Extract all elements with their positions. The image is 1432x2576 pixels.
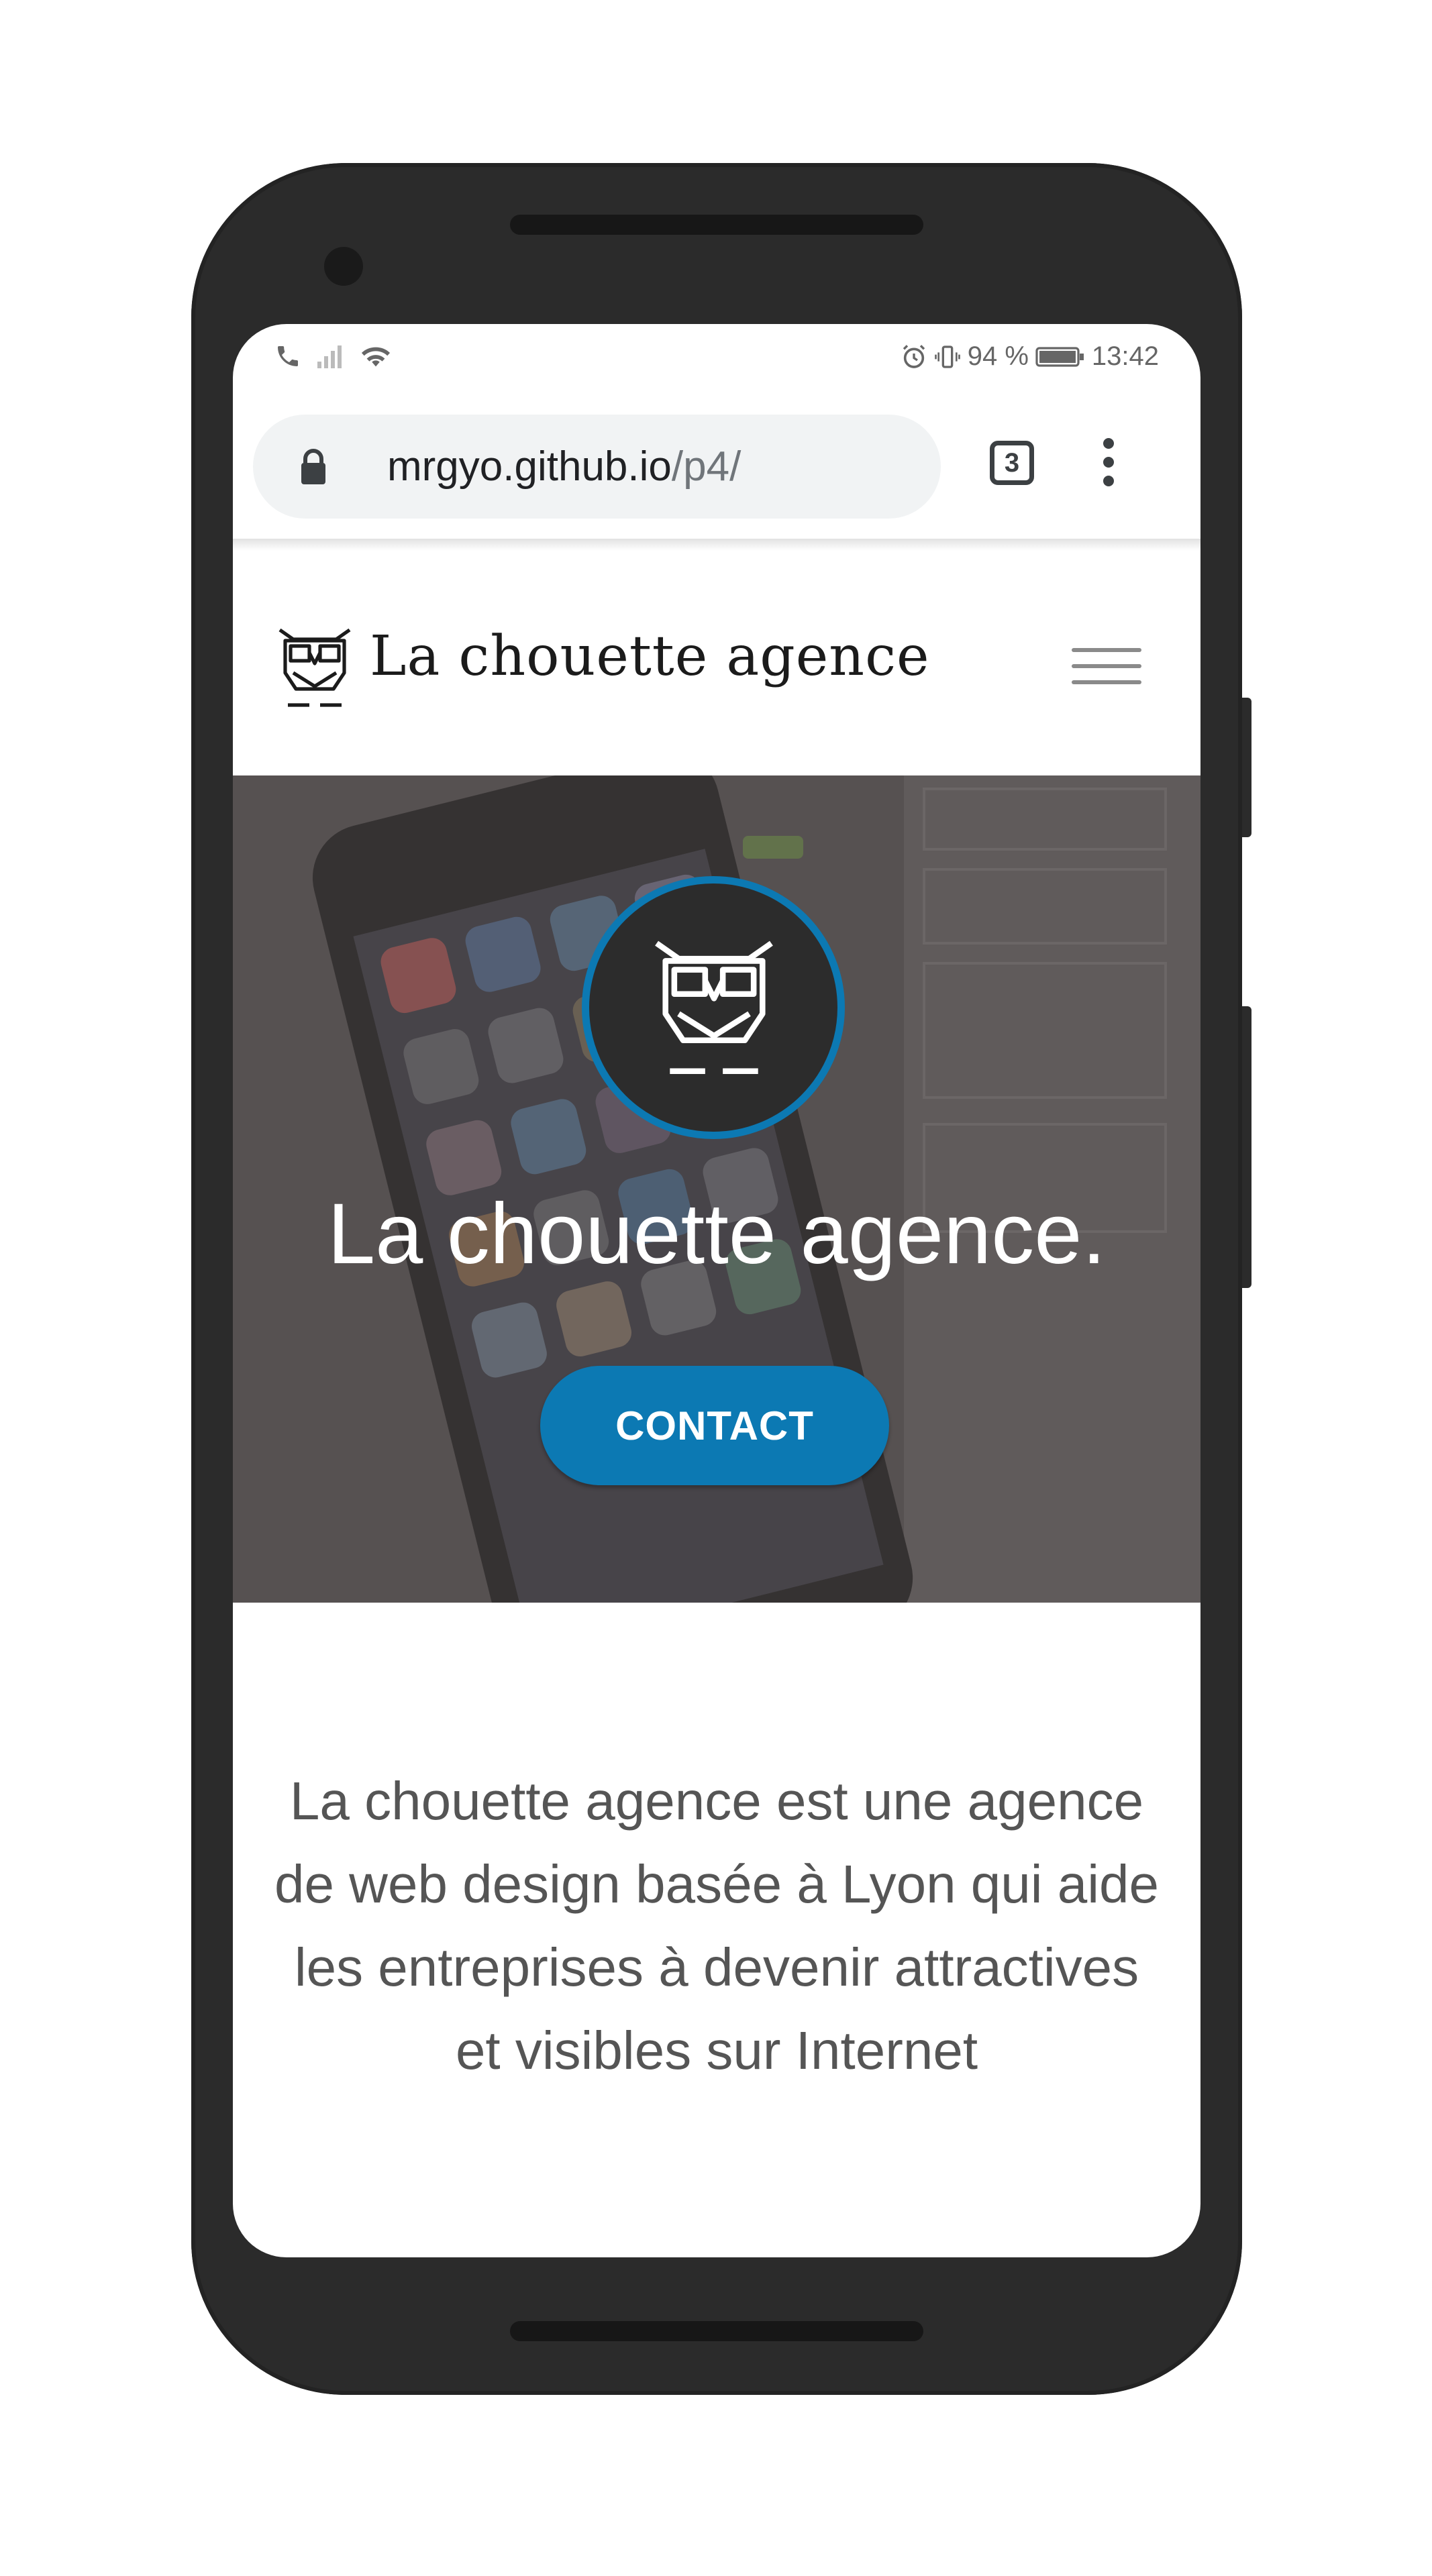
lock-icon: [301, 449, 325, 484]
clock: 13:42: [1091, 341, 1159, 371]
address-bar[interactable]: mrgyo.github.io/p4/: [253, 415, 941, 519]
earpiece-speaker: [510, 215, 923, 235]
hero-section: La chouette agence. CONTACT: [233, 775, 1200, 1603]
phone-icon: [278, 346, 298, 366]
front-camera: [324, 247, 363, 286]
toolbar-shadow: [233, 539, 1200, 551]
hero-owl-badge: [582, 876, 845, 1139]
battery-percent: 94 %: [967, 341, 1029, 371]
battery-icon: [1035, 346, 1084, 367]
status-bar: 94 % 13:42: [233, 324, 1200, 391]
screen: 94 % 13:42 mrgyo.github.io/p4/ 3 La chou…: [233, 324, 1200, 2257]
vibrate-icon: [934, 345, 960, 368]
phone-frame: 94 % 13:42 mrgyo.github.io/p4/ 3 La chou…: [191, 163, 1251, 2395]
hamburger-icon[interactable]: [1072, 648, 1141, 688]
power-button: [1242, 698, 1251, 837]
owl-logo-icon[interactable]: [274, 625, 355, 712]
contact-button[interactable]: CONTACT: [540, 1366, 889, 1485]
bottom-speaker: [510, 2321, 923, 2341]
signal-icon: [317, 345, 342, 368]
url-domain: mrgyo.github.io: [387, 443, 672, 490]
alarm-icon: [903, 344, 925, 368]
volume-button: [1242, 1006, 1251, 1288]
hero-title: La chouette agence.: [327, 1186, 1107, 1282]
url-text: mrgyo.github.io/p4/: [387, 443, 741, 490]
site-header: La chouette agence: [233, 551, 1200, 775]
tabs-icon[interactable]: 3: [990, 441, 1034, 485]
url-path: /p4/: [671, 443, 741, 490]
brand-name[interactable]: La chouette agence: [370, 625, 930, 688]
owl-logo-icon: [655, 941, 773, 1074]
wifi-icon: [361, 347, 391, 367]
intro-paragraph: La chouette agence est une agence de web…: [274, 1771, 1160, 2080]
menu-dots-icon[interactable]: [1098, 438, 1119, 492]
